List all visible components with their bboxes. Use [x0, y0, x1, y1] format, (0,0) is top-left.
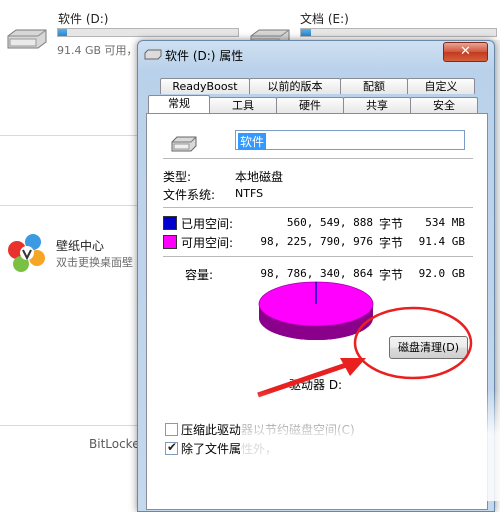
tab-previous-versions[interactable]: 以前的版本: [249, 78, 341, 94]
used-space-swatch: [163, 216, 177, 230]
hard-drive-icon: [7, 29, 47, 49]
tab-customize[interactable]: 自定义: [407, 78, 475, 94]
drive-name-field[interactable]: 软件: [235, 130, 465, 150]
type-value: 本地磁盘: [235, 170, 284, 184]
tab-sharing[interactable]: 共享: [343, 97, 411, 113]
drive-d-name: 软件 (D:): [58, 12, 109, 26]
disk-cleanup-button[interactable]: 磁盘清理(D): [389, 336, 468, 359]
hard-drive-icon: [144, 49, 162, 60]
index-contents-checkbox[interactable]: ✔: [165, 440, 178, 455]
tab-readyboost[interactable]: ReadyBoost: [160, 78, 250, 94]
wallpaper-center-title[interactable]: 壁纸中心: [56, 237, 104, 254]
drive-name-value: 软件: [238, 133, 267, 150]
used-space-label: 已用空间:: [181, 217, 234, 231]
drive-e-name: 文档 (E:): [300, 12, 349, 26]
used-space-human: 534 MB: [425, 216, 465, 229]
used-space-unit: 字节: [379, 217, 404, 231]
bitlocker-label[interactable]: BitLocke: [89, 437, 140, 451]
filesystem-value: NTFS: [235, 187, 264, 200]
separator: [163, 207, 473, 208]
checkmark-icon: ✔: [167, 440, 178, 454]
close-button[interactable]: ✕: [443, 42, 488, 62]
drive-d-usage-bar: [57, 28, 239, 37]
capacity-human: 92.0 GB: [418, 267, 465, 280]
tab-general[interactable]: 常规: [148, 95, 210, 113]
tab-security[interactable]: 安全: [410, 97, 478, 113]
wallpaper-center-icon[interactable]: [3, 228, 51, 276]
free-space-bytes: 98, 225, 790, 976: [260, 235, 373, 248]
capacity-label: 容量:: [185, 268, 214, 282]
free-space-swatch: [163, 235, 177, 249]
drive-d-usage-fill: [58, 29, 67, 36]
tab-quota[interactable]: 配额: [340, 78, 408, 94]
filesystem-label: 文件系统:: [163, 188, 216, 202]
separator: [163, 158, 473, 159]
watermark-fade: [240, 390, 500, 501]
capacity-bytes: 98, 786, 340, 864: [260, 267, 373, 280]
free-space-human: 91.4 GB: [418, 235, 465, 248]
tab-tools[interactable]: 工具: [209, 97, 277, 113]
free-space-label: 可用空间:: [181, 236, 234, 250]
drive-e-usage-fill: [301, 29, 311, 36]
free-space-unit: 字节: [379, 236, 404, 250]
wallpaper-center-subtitle: 双击更换桌面壁: [56, 256, 133, 269]
tab-hardware[interactable]: 硬件: [276, 97, 344, 113]
hard-drive-icon: [171, 136, 197, 152]
separator: [163, 256, 473, 257]
drive-e-usage-bar: [300, 28, 497, 37]
capacity-unit: 字节: [379, 268, 404, 282]
disk-usage-pie: [258, 281, 374, 340]
drive-d-size: 91.4 GB 可用，: [57, 44, 138, 57]
type-label: 类型:: [163, 170, 192, 184]
dialog-title: 软件 (D:) 属性: [165, 49, 244, 63]
compress-drive-checkbox[interactable]: [165, 423, 178, 436]
used-space-bytes: 560, 549, 888: [286, 216, 373, 229]
